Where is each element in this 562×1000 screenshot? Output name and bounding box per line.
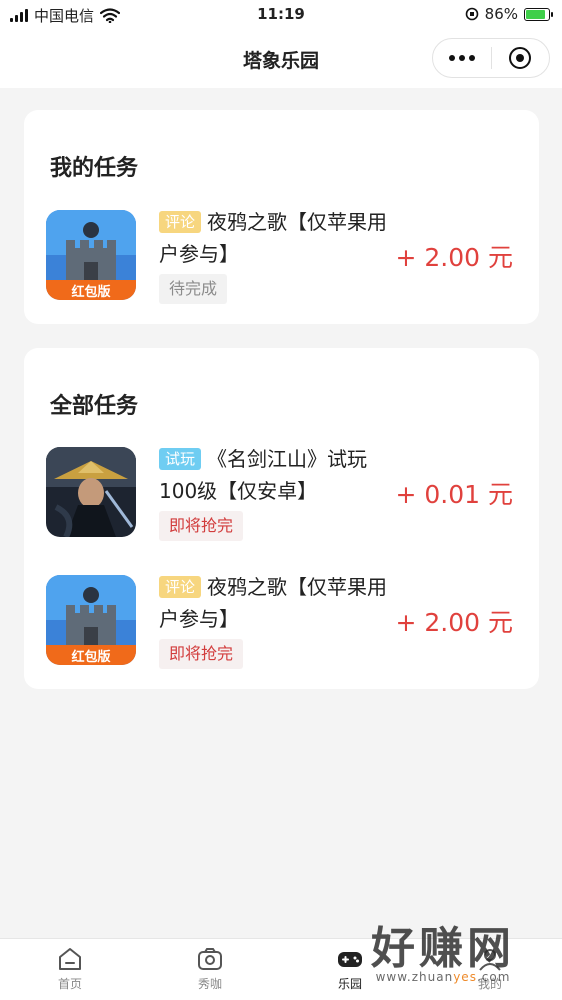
task-tag: 试玩 xyxy=(159,448,202,470)
task-reward: + 2.00 元 xyxy=(395,243,513,272)
status-right: 86% xyxy=(465,5,553,23)
task-title: 评论 夜鸦之歌【仅苹果用户参与】 xyxy=(159,206,389,270)
close-mini-program-button[interactable] xyxy=(492,47,550,69)
tab-mine[interactable]: 我的 xyxy=(445,947,535,992)
battery-percent: 86% xyxy=(484,5,518,23)
orientation-lock-icon xyxy=(465,7,478,21)
tower-game-icon: 红包版 xyxy=(46,575,136,665)
tab-label: 乐园 xyxy=(337,977,362,991)
tab-bar: 首页 秀咖 乐园 我的 xyxy=(0,938,562,1000)
tab-label: 首页 xyxy=(57,977,82,991)
mini-program-capsule xyxy=(432,38,550,78)
task-item[interactable]: 试玩 《名剑江山》试玩100级【仅安卓】 即将抢完 + 0.01 元 xyxy=(24,447,539,547)
task-title: 试玩 《名剑江山》试玩100级【仅安卓】 xyxy=(159,443,389,507)
all-tasks-card: 全部任务 试玩《名剑江山》试玩100级【仅安卓】 即将抢完 + 0.01 元 xyxy=(24,348,539,689)
task-title: 评论 夜鸦之歌【仅苹果用户参与】 xyxy=(159,571,389,635)
icon-badge-label: 红包版 xyxy=(71,649,110,665)
camera-icon xyxy=(198,948,222,970)
task-tag: 评论 xyxy=(159,576,202,598)
task-status-badge: 待完成 xyxy=(159,274,228,304)
nav-bar: 塔象乐园 xyxy=(0,30,562,88)
target-icon xyxy=(509,47,532,69)
home-icon xyxy=(59,948,81,970)
my-tasks-title: 我的任务 xyxy=(50,156,139,181)
task-reward: + 0.01 元 xyxy=(395,480,513,509)
task-item[interactable]: 红包版 评论 夜鸦之歌【仅苹果用户参与】 待完成 + 2.00 元 xyxy=(24,210,539,310)
status-bar: 中国电信 11:19 86% xyxy=(0,0,562,30)
tab-leyuan[interactable]: 乐园 xyxy=(305,947,395,992)
task-tag: 评论 xyxy=(159,211,202,233)
tab-label: 我的 xyxy=(477,977,502,991)
tab-label: 秀咖 xyxy=(197,977,222,991)
task-status-badge: 即将抢完 xyxy=(159,511,244,541)
battery-icon xyxy=(524,7,553,21)
tower-game-icon: 红包版 xyxy=(46,210,136,300)
tab-home[interactable]: 首页 xyxy=(25,947,115,992)
task-status-badge: 即将抢完 xyxy=(159,639,244,669)
more-icon[interactable] xyxy=(433,55,491,61)
gamepad-icon xyxy=(338,952,362,967)
task-reward: + 2.00 元 xyxy=(395,608,513,637)
user-icon xyxy=(479,949,501,971)
icon-badge-label: 红包版 xyxy=(71,284,110,300)
all-tasks-title: 全部任务 xyxy=(50,394,139,419)
task-item[interactable]: 红包版 评论 夜鸦之歌【仅苹果用户参与】 即将抢完 + 2.00 元 xyxy=(24,575,539,675)
tab-xiuka[interactable]: 秀咖 xyxy=(165,947,255,992)
my-tasks-card: 我的任务 红包版 评论 夜鸦之歌【仅苹果用户参与】 待完成 + 2.00 元 xyxy=(24,110,539,324)
swordsman-game-icon xyxy=(46,447,136,537)
